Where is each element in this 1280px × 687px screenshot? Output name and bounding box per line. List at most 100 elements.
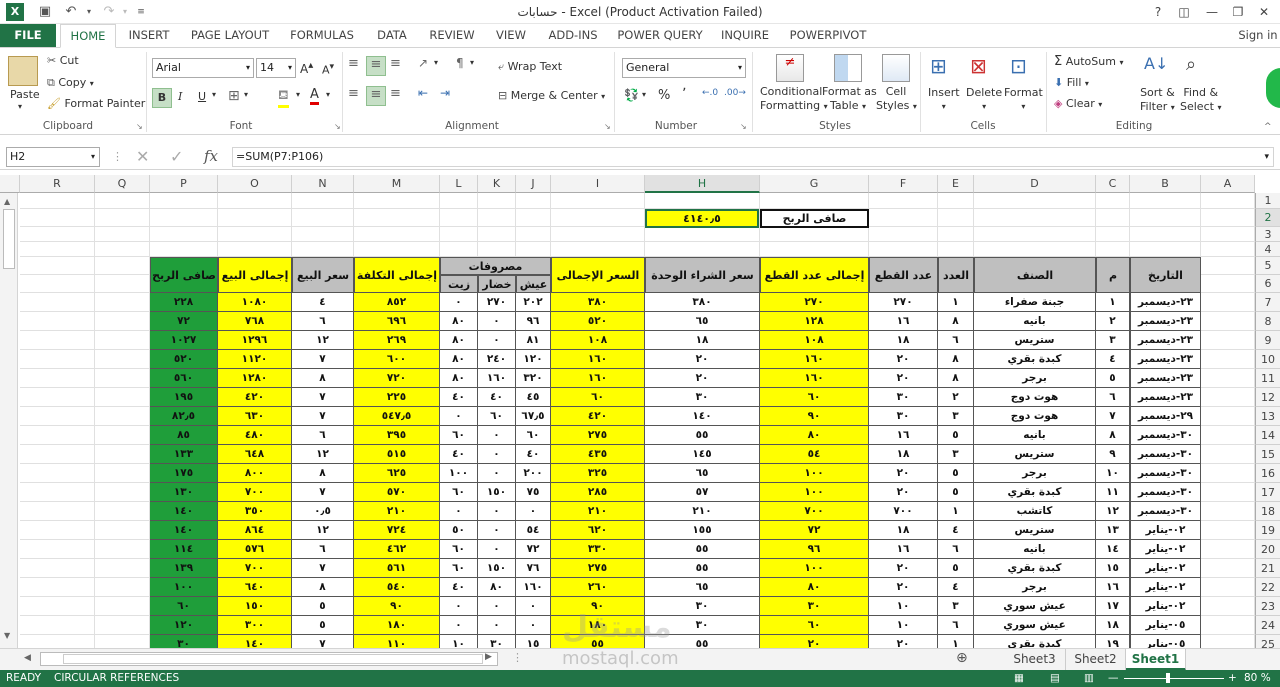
table-cell[interactable]: ٨٠ xyxy=(440,331,478,350)
table-cell[interactable]: ٠ xyxy=(478,312,516,331)
table-cell[interactable]: ستريس xyxy=(974,445,1096,464)
table-cell[interactable]: ٧٢٤ xyxy=(354,521,440,540)
table-cell[interactable]: ٦٥ xyxy=(645,464,760,483)
alignment-launcher-icon[interactable]: ↘ xyxy=(604,122,611,131)
table-cell[interactable]: ٣٠ xyxy=(645,388,760,407)
column-header-l[interactable]: L xyxy=(440,175,478,193)
table-cell[interactable]: ٧٢ xyxy=(150,312,218,331)
table-cell[interactable]: ٠ xyxy=(440,407,478,426)
table-cell[interactable]: ٠ xyxy=(516,616,551,635)
font-color-icon[interactable]: A xyxy=(310,87,319,105)
table-cell[interactable]: ١٤ xyxy=(1096,540,1130,559)
column-header-g[interactable]: G xyxy=(760,175,869,193)
table-cell[interactable]: ١٨ xyxy=(869,445,938,464)
table-cell[interactable]: ٣٠-ديسمبر xyxy=(1130,464,1201,483)
table-cell[interactable]: ٣٠ xyxy=(760,597,869,616)
font-launcher-icon[interactable]: ↘ xyxy=(334,122,341,131)
row-header-20[interactable]: 20 xyxy=(1255,540,1280,559)
table-cell[interactable]: ٨٥ xyxy=(150,426,218,445)
tab-view[interactable]: VIEW xyxy=(488,24,534,48)
row-header-9[interactable]: 9 xyxy=(1255,331,1280,350)
table-cell[interactable]: ٣٠-ديسمبر xyxy=(1130,483,1201,502)
table-cell[interactable]: ٠ xyxy=(478,597,516,616)
table-cell[interactable]: ٢٠ xyxy=(760,635,869,648)
font-name-box[interactable]: Arial ▾ xyxy=(152,58,254,78)
table-cell[interactable]: ٠ xyxy=(478,616,516,635)
table-cell[interactable]: ١٩ xyxy=(1096,635,1130,648)
table-cell[interactable]: بانيه xyxy=(974,426,1096,445)
header-veg[interactable]: خضار xyxy=(478,275,516,293)
table-cell[interactable]: عيش سوري xyxy=(974,616,1096,635)
table-cell[interactable]: ٨ xyxy=(1096,426,1130,445)
row-header-11[interactable]: 11 xyxy=(1255,369,1280,388)
conditional-formatting-button[interactable]: Conditional Formatting ▾ xyxy=(760,85,828,114)
table-cell[interactable]: ٥٥ xyxy=(645,426,760,445)
table-cell[interactable]: ٢٧٠ xyxy=(869,293,938,312)
table-cell[interactable]: ٢٠ xyxy=(645,350,760,369)
table-cell[interactable]: ستريس xyxy=(974,331,1096,350)
restore-icon[interactable]: ❐ xyxy=(1226,2,1250,22)
table-cell[interactable]: ٧ xyxy=(292,407,354,426)
delete-button[interactable]: Delete ▾ xyxy=(966,86,1002,112)
table-cell[interactable]: ١٢٠ xyxy=(150,616,218,635)
table-cell[interactable]: ١١٠ xyxy=(354,635,440,648)
zoom-out-icon[interactable]: — xyxy=(1108,670,1119,687)
table-cell[interactable]: ٢٣-ديسمبر xyxy=(1130,331,1201,350)
table-cell[interactable]: ٩٠ xyxy=(760,407,869,426)
fill-color-dropdown-icon[interactable]: ▾ xyxy=(296,90,300,99)
table-cell[interactable]: ٨ xyxy=(938,350,974,369)
table-cell[interactable]: ٨ xyxy=(292,578,354,597)
table-cell[interactable]: ٥ xyxy=(938,464,974,483)
table-cell[interactable]: ١٩٥ xyxy=(150,388,218,407)
table-cell[interactable]: برجر xyxy=(974,369,1096,388)
tab-insert[interactable]: INSERT xyxy=(120,24,178,48)
row-header-12[interactable]: 12 xyxy=(1255,388,1280,407)
underline-button[interactable]: U xyxy=(198,90,206,103)
table-cell[interactable]: ٤ xyxy=(938,521,974,540)
column-header-d[interactable]: D xyxy=(974,175,1096,193)
table-cell[interactable]: ٦ xyxy=(1096,388,1130,407)
table-cell[interactable]: ٥٥ xyxy=(645,540,760,559)
header-total-price[interactable]: السعر الإجمالى xyxy=(551,257,645,293)
table-cell[interactable]: ٢١٠ xyxy=(551,502,645,521)
row-header-13[interactable]: 13 xyxy=(1255,407,1280,426)
table-cell[interactable]: ٥٧٦ xyxy=(218,540,292,559)
table-cell[interactable]: ١٢٠ xyxy=(516,350,551,369)
row-header-2[interactable]: 2 xyxy=(1255,209,1280,227)
table-cell[interactable]: كبدة بقري xyxy=(974,483,1096,502)
table-cell[interactable]: ١٤٠ xyxy=(645,407,760,426)
table-cell[interactable]: ٦٥ xyxy=(645,312,760,331)
table-cell[interactable]: ١٤٥ xyxy=(645,445,760,464)
table-cell[interactable]: ٦٠ xyxy=(551,388,645,407)
table-cell[interactable]: ٥٧ xyxy=(645,483,760,502)
align-center-icon[interactable]: ≡ xyxy=(366,86,386,106)
percent-button[interactable]: % xyxy=(658,88,670,103)
page-break-view-icon[interactable]: ▥ xyxy=(1084,670,1094,687)
table-cell[interactable]: ٧ xyxy=(292,635,354,648)
table-cell[interactable]: ٤٣٥ xyxy=(551,445,645,464)
table-cell[interactable]: ٦٠ xyxy=(760,616,869,635)
tab-review[interactable]: REVIEW xyxy=(422,24,482,48)
table-cell[interactable]: ١٨ xyxy=(869,521,938,540)
row-header-21[interactable]: 21 xyxy=(1255,559,1280,578)
tab-home[interactable]: HOME xyxy=(60,24,116,48)
table-cell[interactable]: ٨٥٢ xyxy=(354,293,440,312)
table-cell[interactable]: ٦٠ xyxy=(150,597,218,616)
column-header-i[interactable]: I xyxy=(551,175,645,193)
table-cell[interactable]: ٠٢-يناير xyxy=(1130,597,1201,616)
table-cell[interactable]: ٢٩-ديسمبر xyxy=(1130,407,1201,426)
table-cell[interactable]: ٨١ xyxy=(516,331,551,350)
find-select-button[interactable]: Find & Select ▾ xyxy=(1180,86,1221,115)
table-cell[interactable]: ١٨ xyxy=(869,331,938,350)
table-cell[interactable]: ٦٤٠ xyxy=(218,578,292,597)
page-layout-view-icon[interactable]: ▤ xyxy=(1050,670,1060,687)
table-cell[interactable]: ١٦٠ xyxy=(516,578,551,597)
clear-button[interactable]: ◈ Clear ▾ xyxy=(1054,97,1102,110)
table-cell[interactable]: ٣٠-ديسمبر xyxy=(1130,502,1201,521)
table-cell[interactable]: ٢٠ xyxy=(869,578,938,597)
table-cell[interactable]: ٣٣٠ xyxy=(551,540,645,559)
table-cell[interactable]: ١٨ xyxy=(1096,616,1130,635)
table-cell[interactable]: ١٠ xyxy=(440,635,478,648)
table-cell[interactable]: ٢٧٥ xyxy=(551,426,645,445)
table-cell[interactable]: ٠ xyxy=(516,502,551,521)
